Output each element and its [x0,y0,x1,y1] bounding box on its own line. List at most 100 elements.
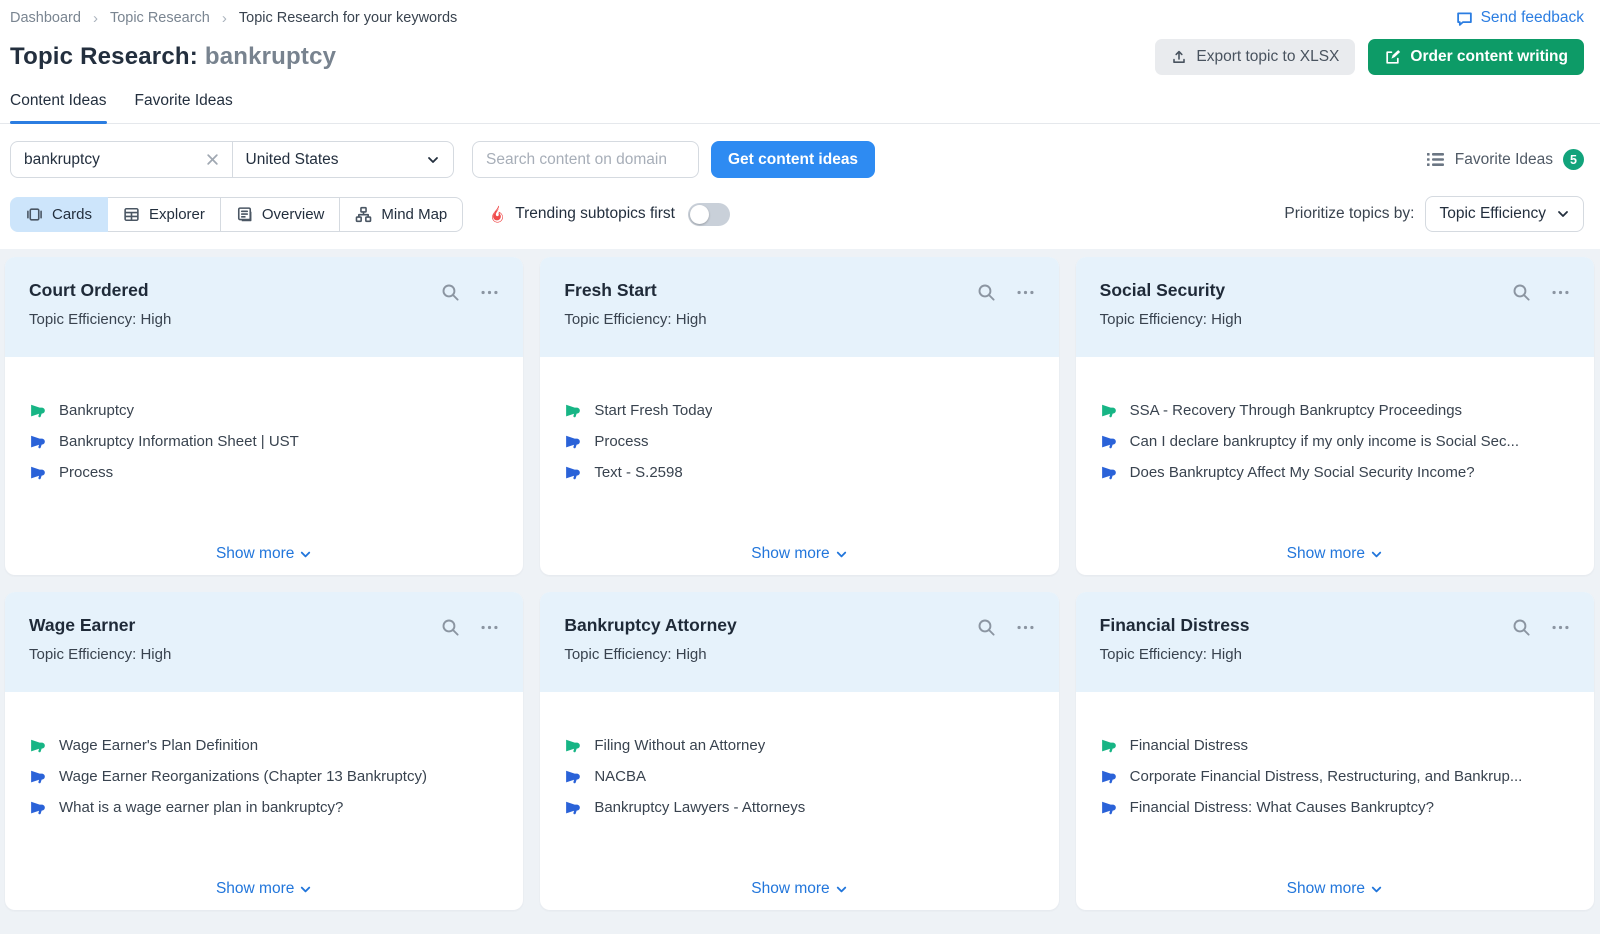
idea-item[interactable]: Financial Distress [1100,737,1570,754]
prioritize-select[interactable]: Topic Efficiency [1425,196,1584,232]
overview-view-label: Overview [262,206,325,223]
export-xlsx-label: Export topic to XLSX [1196,48,1339,66]
idea-item[interactable]: Text - S.2598 [564,464,1034,481]
topic-efficiency: Topic Efficiency: High [564,311,706,328]
breadcrumb-dashboard[interactable]: Dashboard [10,10,81,26]
page-title: Topic Research: bankruptcy [10,43,336,71]
megaphone-icon [1100,433,1117,450]
more-options-icon[interactable] [480,283,499,302]
more-options-icon[interactable] [480,618,499,637]
tab-content-ideas[interactable]: Content Ideas [10,92,107,123]
search-topic-icon[interactable] [441,283,460,302]
filters-row: United States Get content ideas Favorite… [0,141,1600,178]
breadcrumb: Dashboard › Topic Research › Topic Resea… [10,10,457,27]
chevron-down-icon [426,153,440,167]
breadcrumb-topic-research[interactable]: Topic Research [110,10,210,26]
megaphone-icon [29,433,46,450]
view-mode-explorer[interactable]: Explorer [107,197,221,232]
search-topic-icon[interactable] [1512,618,1531,637]
view-mode-cards[interactable]: Cards [10,197,108,232]
favorite-ideas-label: Favorite Ideas [1455,151,1553,169]
breadcrumb-separator: › [93,10,98,27]
mindmap-view-label: Mind Map [381,206,447,223]
keyword-cell [11,142,233,177]
topic-efficiency: Topic Efficiency: High [564,646,736,663]
explorer-view-icon [123,206,140,223]
search-topic-icon[interactable] [977,618,996,637]
clear-keyword-icon[interactable] [206,153,219,166]
tab-favorite-ideas[interactable]: Favorite Ideas [135,92,233,123]
megaphone-icon [29,464,46,481]
export-xlsx-button[interactable]: Export topic to XLSX [1155,39,1355,75]
idea-item[interactable]: SSA - Recovery Through Bankruptcy Procee… [1100,402,1570,419]
idea-item[interactable]: Process [29,464,499,481]
megaphone-icon [1100,464,1117,481]
keyword-input[interactable] [24,151,174,169]
header-actions: Export topic to XLSX Order content writi… [1155,39,1584,75]
topic-card-social-security: Social Security Topic Efficiency: High S… [1076,257,1594,575]
idea-item[interactable]: Wage Earner's Plan Definition [29,737,499,754]
explorer-view-label: Explorer [149,206,205,223]
idea-item[interactable]: Filing Without an Attorney [564,737,1034,754]
prioritize-label: Prioritize topics by: [1284,205,1414,223]
idea-item[interactable]: Wage Earner Reorganizations (Chapter 13 … [29,768,499,785]
domain-search-input[interactable] [472,141,699,178]
megaphone-icon [1100,402,1117,419]
show-more-link[interactable]: Show more [1287,545,1383,563]
show-more-link[interactable]: Show more [1287,880,1383,898]
trending-subtopics-control: Trending subtopics first [489,203,730,226]
more-options-icon[interactable] [1551,618,1570,637]
order-content-writing-button[interactable]: Order content writing [1368,39,1584,75]
idea-item[interactable]: Can I declare bankruptcy if my only inco… [1100,433,1570,450]
idea-item[interactable]: Bankruptcy [29,402,499,419]
idea-item[interactable]: Start Fresh Today [564,402,1034,419]
order-content-writing-label: Order content writing [1410,48,1568,66]
idea-item[interactable]: Bankruptcy Lawyers - Attorneys [564,799,1034,816]
more-options-icon[interactable] [1551,283,1570,302]
idea-item[interactable]: Does Bankruptcy Affect My Social Securit… [1100,464,1570,481]
topic-efficiency: Topic Efficiency: High [29,646,171,663]
country-value: United States [246,151,339,169]
view-mode-overview[interactable]: Overview [220,197,341,232]
card-header: Social Security Topic Efficiency: High [1076,257,1594,357]
search-topic-icon[interactable] [441,618,460,637]
view-mode-mindmap[interactable]: Mind Map [339,197,463,232]
topic-efficiency: Topic Efficiency: High [29,311,171,328]
megaphone-icon [564,402,581,419]
flame-icon [489,205,506,224]
search-topic-icon[interactable] [977,283,996,302]
idea-item[interactable]: Corporate Financial Distress, Restructur… [1100,768,1570,785]
more-options-icon[interactable] [1016,283,1035,302]
idea-item[interactable]: Bankruptcy Information Sheet | UST [29,433,499,450]
country-select[interactable]: United States [233,142,454,177]
card-title: Fresh Start [564,280,706,301]
megaphone-icon [564,768,581,785]
idea-item[interactable]: What is a wage earner plan in bankruptcy… [29,799,499,816]
topic-efficiency: Topic Efficiency: High [1100,646,1250,663]
more-options-icon[interactable] [1016,618,1035,637]
show-more-link[interactable]: Show more [751,545,847,563]
page-title-keyword: bankruptcy [205,43,336,70]
breadcrumb-separator: › [222,10,227,27]
cards-view-label: Cards [52,206,92,223]
show-more-link[interactable]: Show more [751,880,847,898]
send-feedback-link[interactable]: Send feedback [1456,9,1584,27]
favorite-count-badge: 5 [1563,149,1584,170]
breadcrumb-current-page: Topic Research for your keywords [239,10,457,26]
idea-item[interactable]: NACBA [564,768,1034,785]
card-header: Financial Distress Topic Efficiency: Hig… [1076,592,1594,692]
topic-cards-grid: Court Ordered Topic Efficiency: High Ban… [5,257,1594,910]
view-mode-switcher: Cards Explorer Overview [10,197,463,232]
trending-toggle[interactable] [688,203,730,226]
favorite-ideas-control[interactable]: Favorite Ideas 5 [1426,149,1584,170]
topic-card-financial-distress: Financial Distress Topic Efficiency: Hig… [1076,592,1594,910]
idea-item[interactable]: Financial Distress: What Causes Bankrupt… [1100,799,1570,816]
show-more-link[interactable]: Show more [216,545,312,563]
idea-item[interactable]: Process [564,433,1034,450]
get-content-ideas-button[interactable]: Get content ideas [711,141,875,178]
tab-bar: Content Ideas Favorite Ideas [0,92,1600,124]
search-topic-icon[interactable] [1512,283,1531,302]
show-more-link[interactable]: Show more [216,880,312,898]
megaphone-icon [29,402,46,419]
chevron-down-icon [1370,548,1383,561]
